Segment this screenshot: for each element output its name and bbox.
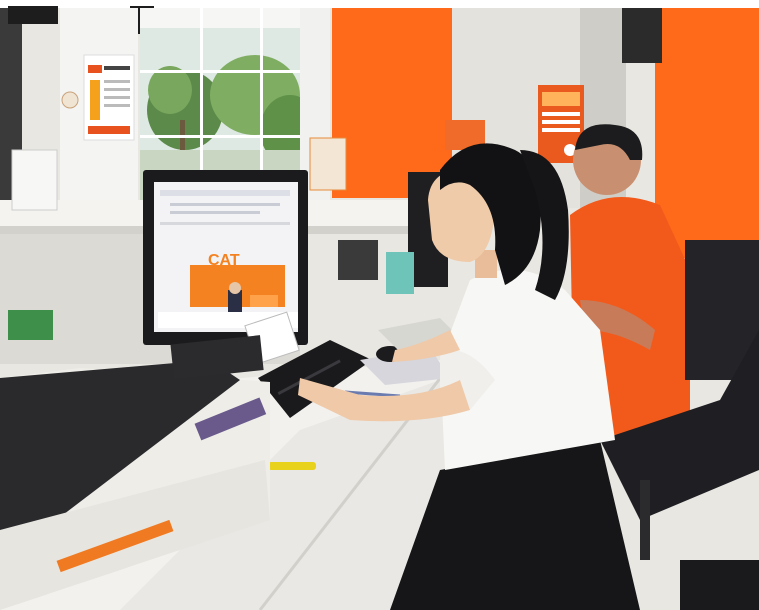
top-border [0, 0, 759, 8]
orange-wall-left [332, 8, 452, 198]
wall-sticker [61, 91, 79, 109]
chair-stem [640, 480, 650, 560]
ceiling-fixture [8, 6, 58, 24]
photo-scene: CAT [0, 0, 759, 610]
chair-front [680, 560, 759, 610]
photo-illustration: CAT [0, 0, 759, 610]
highlighter [268, 462, 316, 470]
desk-phone [338, 240, 378, 280]
orange-wall-right [655, 8, 759, 258]
desk-sign [309, 137, 347, 191]
teal-cup [386, 252, 414, 294]
green-box [8, 310, 53, 340]
white-sign [11, 149, 58, 211]
wall-poster [83, 54, 135, 141]
monitor-logo-text: CAT [208, 252, 240, 269]
wall-tv [622, 8, 662, 63]
